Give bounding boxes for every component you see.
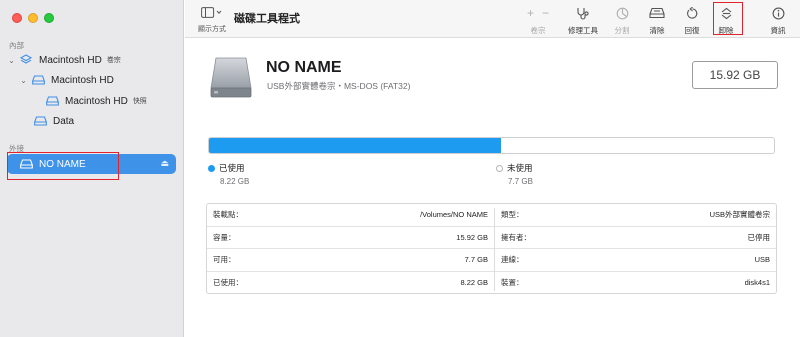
zoom-window-button[interactable] (44, 13, 54, 23)
info-table: 裝載點： /Volumes/NO NAME 容量： 15.92 GB 可用： 7… (206, 203, 777, 294)
info-value: USB (754, 255, 770, 265)
highlight-box (713, 2, 743, 35)
chevron-down-icon[interactable]: ⌄ (6, 56, 17, 65)
info-value: /Volumes/NO NAME (420, 210, 488, 220)
sidebar-item-macintosh-hd-snapshot[interactable]: Macintosh HD 快照 (43, 92, 147, 110)
info-row: 裝置： disk4s1 (495, 272, 776, 295)
drive-icon (45, 95, 59, 107)
view-button-label: 顯示方式 (198, 26, 226, 33)
volume-button-label: 卷宗 (530, 26, 546, 35)
window-controls (12, 13, 54, 23)
add-icon[interactable]: + (527, 6, 534, 20)
eject-icon[interactable]: ⏏ (160, 158, 169, 169)
used-dot-icon (208, 164, 215, 172)
erase-button-label: 清除 (649, 26, 665, 35)
info-value: 8.22 GB (460, 278, 488, 288)
info-icon (760, 5, 796, 21)
legend-free-label: 未使用 (507, 163, 533, 173)
info-value: 已停用 (747, 232, 771, 242)
chevron-down-icon[interactable]: ⌄ (18, 76, 29, 85)
toolbar: 顯示方式 磁碟工具程式 + − 卷宗 修理工具 分割 清除 回復 卸除 資訊 (185, 0, 800, 38)
info-button[interactable]: 資訊 (760, 5, 796, 36)
info-row: 類型： USB外部實體卷宗 (495, 204, 776, 227)
section-label-internal: 內部 (9, 41, 24, 50)
info-row: 容量： 15.92 GB (207, 227, 494, 249)
sidebar-item-label: Macintosh HD (65, 95, 128, 107)
info-key: 類型： (501, 210, 524, 220)
disk-name: NO NAME (266, 59, 342, 76)
volume-button[interactable]: + − 卷宗 (520, 5, 556, 36)
info-button-label: 資訊 (770, 26, 786, 35)
free-value: 7.7 GB (508, 177, 533, 186)
layers-icon (19, 54, 33, 66)
info-key: 容量： (213, 232, 236, 242)
drive-icon (31, 74, 45, 86)
first-aid-button[interactable]: 修理工具 (565, 5, 601, 36)
sidebar-toggle-icon (201, 7, 223, 21)
sidebar-item-macintosh-hd-volume[interactable]: ⌄ Macintosh HD 卷宗 (6, 51, 121, 69)
erase-button[interactable]: 清除 (639, 5, 675, 36)
info-key: 可用： (213, 255, 236, 265)
used-value: 8.22 GB (220, 177, 250, 186)
info-key: 擁有者： (501, 232, 531, 242)
info-key: 裝置： (501, 278, 524, 288)
info-row: 連線： USB (495, 249, 776, 272)
sidebar-item-macintosh-hd[interactable]: ⌄ Macintosh HD (18, 71, 114, 89)
info-value: 7.7 GB (464, 255, 488, 265)
restore-button-label: 回復 (684, 26, 700, 35)
info-key: 已使用： (213, 278, 243, 288)
sidebar-item-sublabel: 快照 (132, 98, 147, 105)
minimize-window-button[interactable] (28, 13, 38, 23)
partition-button-label: 分割 (614, 26, 630, 35)
sidebar-item-label: Data (53, 115, 75, 127)
remove-icon[interactable]: − (542, 6, 549, 20)
info-column-right: 類型： USB外部實體卷宗 擁有者： 已停用 連線： USB 裝置： disk4… (495, 204, 776, 293)
first-aid-button-label: 修理工具 (568, 26, 598, 35)
info-row: 擁有者： 已停用 (495, 227, 776, 249)
free-dot-icon (496, 164, 503, 172)
info-key: 連線： (501, 255, 524, 265)
restore-button[interactable]: 回復 (674, 5, 710, 36)
info-key: 裝載點： (213, 210, 243, 220)
info-column-left: 裝載點： /Volumes/NO NAME 容量： 15.92 GB 可用： 7… (207, 204, 494, 293)
info-row: 可用： 7.7 GB (207, 249, 494, 272)
disk-description: USB外部實體卷宗・MS-DOS (FAT32) (267, 81, 411, 91)
info-value: USB外部實體卷宗 (709, 210, 770, 220)
close-window-button[interactable] (12, 13, 22, 23)
usage-bar-used-fill (209, 138, 501, 153)
sidebar-item-data[interactable]: Data (31, 112, 74, 130)
legend-free: 未使用 (496, 162, 533, 174)
stethoscope-icon (565, 5, 601, 21)
capacity-badge: 15.92 GB (692, 61, 778, 89)
erase-drive-icon (639, 5, 675, 21)
view-button[interactable]: 顯示方式 (195, 7, 229, 34)
info-row: 裝載點： /Volumes/NO NAME (207, 204, 494, 227)
restore-icon (674, 5, 710, 21)
sidebar-item-label: Macintosh HD (39, 54, 102, 66)
info-row: 已使用： 8.22 GB (207, 272, 494, 295)
app-title: 磁碟工具程式 (234, 13, 300, 25)
sidebar-item-label: Macintosh HD (51, 74, 114, 86)
legend-used: 已使用 (208, 162, 245, 174)
highlight-box (7, 152, 119, 180)
drive-icon (33, 115, 47, 127)
pie-chart-icon (604, 5, 640, 21)
legend-used-label: 已使用 (219, 163, 245, 173)
external-drive-icon (209, 56, 253, 100)
info-value: 15.92 GB (456, 232, 488, 242)
info-value: disk4s1 (744, 278, 770, 288)
sidebar-item-sublabel: 卷宗 (106, 57, 121, 64)
sidebar: 內部 ⌄ Macintosh HD 卷宗 ⌄ Macintosh HD Maci… (0, 0, 184, 337)
usage-bar (208, 137, 775, 154)
partition-button[interactable]: 分割 (604, 5, 640, 36)
